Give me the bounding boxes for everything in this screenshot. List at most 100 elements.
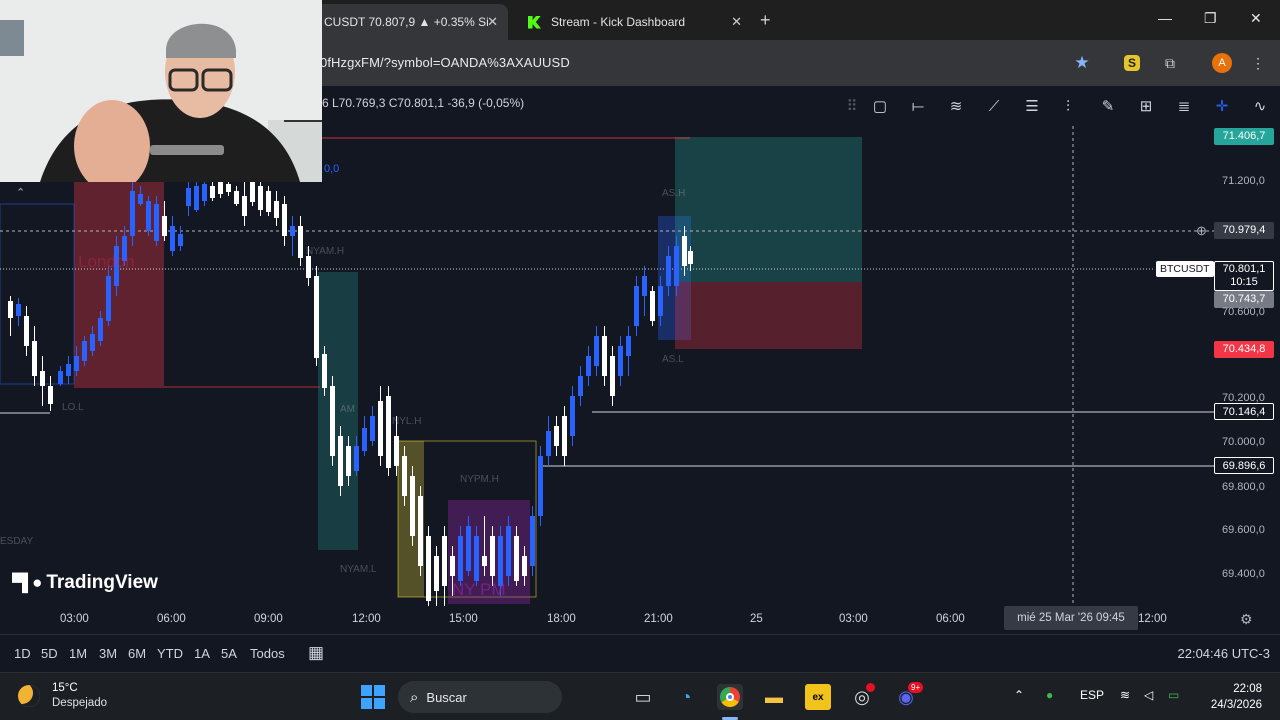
range-ytd[interactable]: YTD: [157, 646, 183, 661]
pitchfork-icon[interactable]: ⫶: [1056, 95, 1080, 117]
candle-body: [610, 356, 615, 396]
rectangle-tool-icon[interactable]: ▢: [868, 95, 892, 117]
chart-settings-gear-icon[interactable]: ⚙: [1240, 611, 1253, 628]
input-language[interactable]: ESP: [1080, 688, 1104, 702]
candle-body: [688, 251, 693, 264]
time-tick: 21:00: [644, 613, 673, 625]
bookmark-star-icon[interactable]: ★: [1072, 53, 1092, 73]
taskbar-search[interactable]: ⌕ Buscar: [398, 681, 562, 713]
time-tick: 03:00: [60, 613, 89, 625]
horizontal-ray-icon[interactable]: ⟝: [906, 95, 930, 117]
parallel-channel-icon[interactable]: ≋: [944, 95, 968, 117]
candle-body: [538, 456, 543, 516]
calendar-icon[interactable]: ▦: [308, 643, 324, 663]
weather-widget[interactable]: 15°C Despejado: [18, 681, 107, 711]
candle-body: [154, 204, 159, 241]
chart-clock[interactable]: 22:04:46 UTC-3: [1178, 646, 1271, 661]
brush-icon[interactable]: ✎: [1096, 95, 1120, 117]
wifi-icon[interactable]: ≋: [1120, 688, 1130, 702]
candle-body: [666, 256, 671, 286]
crosshair-icon[interactable]: ✛: [1210, 95, 1234, 117]
candle-body: [498, 536, 503, 586]
candle-body: [658, 286, 663, 316]
gann-icon[interactable]: ⊞: [1134, 95, 1158, 117]
candle-body: [394, 436, 399, 466]
range-3m[interactable]: 3M: [99, 646, 117, 661]
last-price: 70.801,1: [1222, 263, 1266, 275]
candle-body: [24, 316, 29, 346]
candle-body: [402, 456, 407, 496]
candle-body: [370, 416, 375, 441]
time-tick: 18:00: [547, 613, 576, 625]
collapse-chevron-icon[interactable]: ⌃: [16, 186, 25, 199]
session-label-asl: AS.L: [662, 354, 684, 365]
range-all[interactable]: Todos: [250, 646, 285, 661]
tab-title: CUSDT 70.807,9 ▲ +0.35% Si: [324, 15, 489, 29]
window-close-icon[interactable]: ✕: [1250, 10, 1262, 27]
candle-body: [202, 184, 207, 201]
tab-kick-dashboard[interactable]: Stream - Kick Dashboard ✕: [516, 4, 752, 40]
tab-title: Stream - Kick Dashboard: [551, 15, 686, 29]
extension-icon[interactable]: S: [1124, 55, 1140, 71]
range-1d[interactable]: 1D: [14, 646, 31, 661]
battery-icon[interactable]: ▭: [1168, 688, 1179, 702]
trend-line-icon[interactable]: ⟋: [982, 95, 1006, 117]
weather-temp: 15°C: [52, 682, 78, 694]
range-5a[interactable]: 5A: [221, 646, 237, 661]
candle-body: [226, 184, 231, 192]
range-6m[interactable]: 6M: [128, 646, 146, 661]
minimize-icon[interactable]: —: [1158, 10, 1172, 26]
url-field[interactable]: 0fHzgxFM/?symbol=OANDA%3AXAUUSD: [320, 55, 570, 70]
edge-icon[interactable]: ◔: [673, 684, 699, 710]
restore-icon[interactable]: ❐: [1204, 10, 1217, 27]
candle-body: [506, 526, 511, 576]
close-tab-icon[interactable]: ✕: [731, 14, 742, 30]
microphone-icon[interactable]: ●: [1046, 688, 1053, 702]
candle-body: [546, 431, 551, 456]
browser-menu-icon[interactable]: ⋮: [1248, 53, 1268, 73]
time-tick: 12:00: [1138, 613, 1167, 625]
task-view-icon[interactable]: ▭: [630, 684, 656, 710]
range-1a[interactable]: 1A: [194, 646, 210, 661]
candle-body: [466, 526, 471, 571]
candle-body: [650, 291, 655, 321]
new-tab-button[interactable]: +: [760, 10, 771, 31]
candle-body: [562, 416, 567, 456]
tray-chevron-icon[interactable]: ⌃: [1014, 688, 1024, 702]
candle-body: [618, 346, 623, 376]
long-position-target: [675, 137, 862, 282]
time-tick: 15:00: [449, 613, 478, 625]
profile-avatar[interactable]: A: [1212, 53, 1232, 73]
chrome-icon[interactable]: [717, 684, 743, 710]
volume-icon[interactable]: ◁: [1144, 688, 1153, 702]
time-tick: 06:00: [936, 613, 965, 625]
time-tick: 06:00: [157, 613, 186, 625]
range-5d[interactable]: 5D: [41, 646, 58, 661]
candle-body: [602, 336, 607, 376]
candle-body: [242, 196, 247, 216]
windows-start-icon[interactable]: [360, 684, 386, 710]
price-label-level: 69.896,6: [1214, 457, 1274, 474]
fib-retracement-icon[interactable]: ☰: [1020, 95, 1044, 117]
file-explorer-icon[interactable]: ▬: [761, 684, 787, 710]
candle-body: [482, 556, 487, 566]
exness-icon[interactable]: ex: [805, 684, 831, 710]
long-position-stop: [675, 282, 862, 349]
candle-body: [338, 436, 343, 486]
drag-handle-icon[interactable]: ⠿: [840, 95, 864, 117]
system-time: 22:08: [1233, 683, 1262, 695]
candle-body: [170, 226, 175, 251]
candle-body: [258, 186, 263, 210]
path-tool-icon[interactable]: ∿: [1248, 95, 1272, 117]
range-1m[interactable]: 1M: [69, 646, 87, 661]
candle-body: [314, 276, 319, 358]
extensions-puzzle-icon[interactable]: ⧉: [1160, 53, 1180, 73]
candle-body: [16, 304, 21, 316]
session-label-day: ESDAY: [0, 536, 34, 547]
close-tab-icon[interactable]: ✕: [487, 14, 498, 30]
webcam-overlay: [0, 0, 322, 182]
fib-channel-icon[interactable]: ≣: [1172, 95, 1196, 117]
tab-tradingview[interactable]: CUSDT 70.807,9 ▲ +0.35% Si ✕: [312, 4, 508, 40]
system-clock[interactable]: 22:08 24/3/2026: [1211, 681, 1262, 713]
add-alert-icon[interactable]: ⊕: [1196, 223, 1207, 239]
